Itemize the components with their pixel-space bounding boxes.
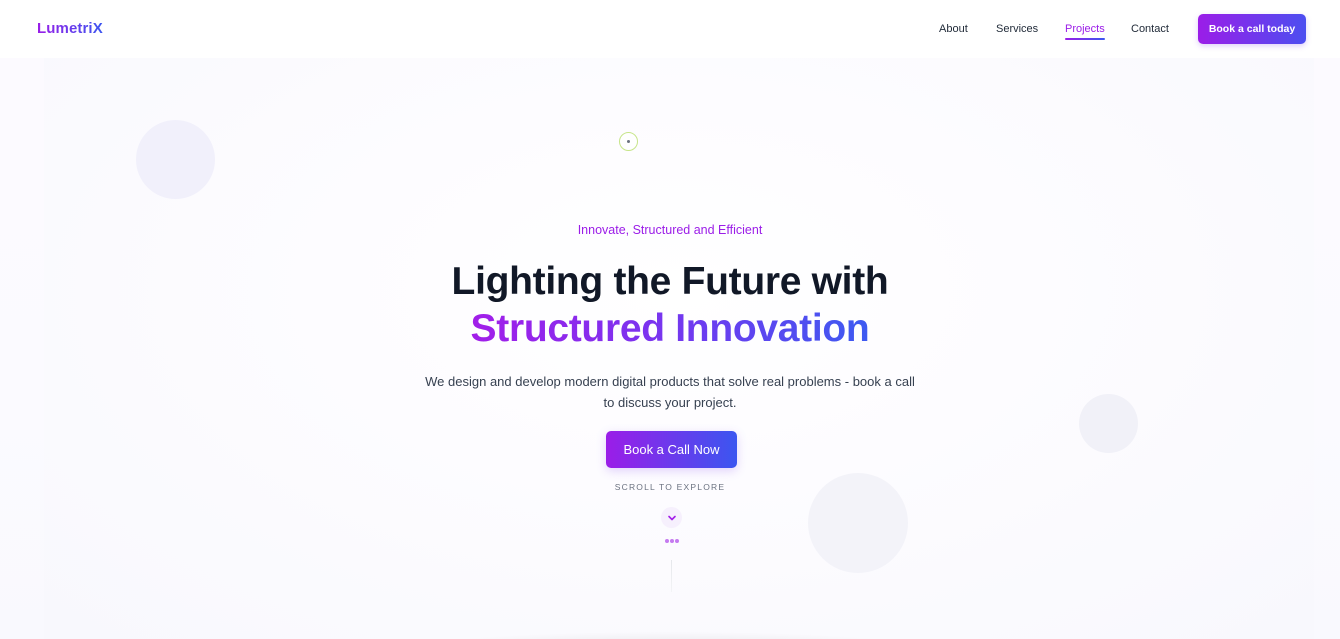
hero-tagline: Innovate, Structured and Efficient <box>577 223 763 237</box>
site-header: LumetriX About Services Projects Contact… <box>0 0 1340 58</box>
hero-section: Innovate, Structured and Efficient Light… <box>0 58 1340 639</box>
scroll-to-explore-label: SCROLL TO EXPLORE <box>614 482 726 492</box>
scroll-progress-dots <box>665 539 679 545</box>
decorative-circle <box>136 120 215 199</box>
hero-headline-accent-text: Structured Innovation <box>470 307 870 350</box>
book-call-header-button[interactable]: Book a call today <box>1198 14 1306 44</box>
hero-description: We design and develop modern digital pro… <box>425 374 915 410</box>
nav-link-services[interactable]: Services <box>996 23 1038 35</box>
nav-link-projects[interactable]: Projects <box>1065 23 1105 40</box>
chevron-down-icon[interactable] <box>661 507 682 528</box>
scroll-line <box>671 560 672 592</box>
cursor-indicator <box>619 132 638 151</box>
decorative-circle <box>1079 394 1138 453</box>
hero-headline-accent: Structured Innovation <box>0 305 1340 352</box>
book-call-now-button[interactable]: Book a Call Now <box>606 431 737 468</box>
hero-headline: Lighting the Future with <box>451 260 889 303</box>
nav-link-contact[interactable]: Contact <box>1131 23 1169 35</box>
nav-link-about[interactable]: About <box>939 23 968 35</box>
landing-page: LumetriX About Services Projects Contact… <box>0 0 1340 639</box>
brand-logo[interactable]: LumetriX <box>37 20 103 37</box>
